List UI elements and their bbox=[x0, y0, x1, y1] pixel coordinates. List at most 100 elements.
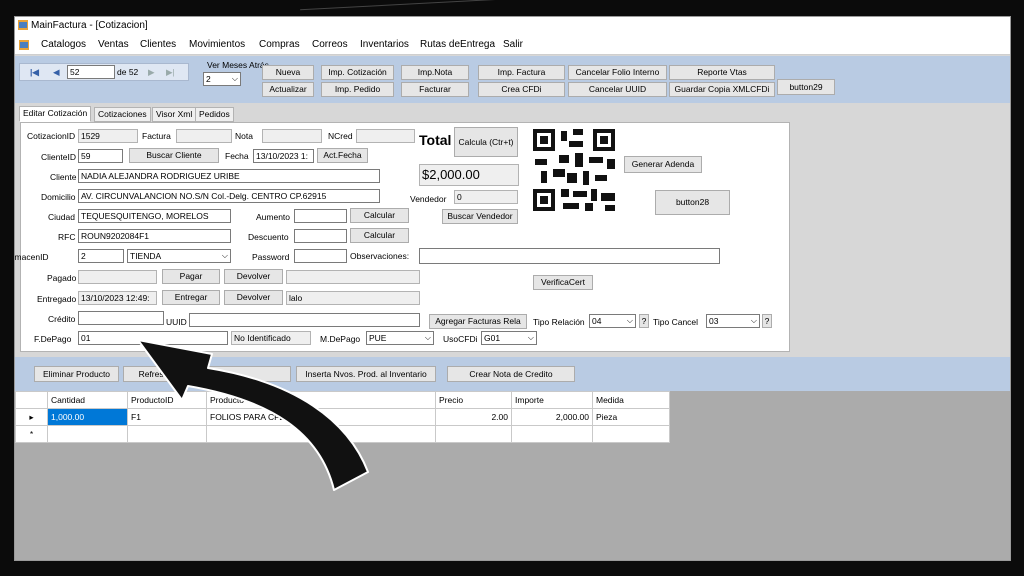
column-header-medida[interactable]: Medida bbox=[592, 391, 670, 409]
prev-record-icon[interactable]: ◀ bbox=[53, 67, 60, 78]
last-record-icon[interactable]: ▶| bbox=[166, 67, 175, 78]
ncred-field[interactable] bbox=[356, 129, 415, 143]
ciudad-field[interactable]: TEQUESQUITENGO, MORELOS bbox=[78, 209, 231, 223]
menu-catalogos[interactable]: Catalogos bbox=[41, 39, 86, 50]
reporte-vtas-button[interactable]: Reporte Vtas bbox=[669, 65, 775, 80]
imp-pedido-button[interactable]: Imp. Pedido bbox=[321, 82, 394, 97]
tipo-relacion-help-button[interactable]: ? bbox=[639, 314, 649, 328]
cotizacion-id-field[interactable]: 1529 bbox=[78, 129, 138, 143]
tab-editar-cotizacion[interactable]: Editar Cotización bbox=[19, 106, 92, 122]
tipo-cancel-value: 03 bbox=[709, 316, 719, 326]
generar-adenda-button[interactable]: Generar Adenda bbox=[624, 156, 702, 173]
menu-ventas[interactable]: Ventas bbox=[98, 39, 129, 50]
cliente-id-label: ClienteID bbox=[41, 152, 76, 162]
record-navigator: |◀ ◀ 52 de 52 ▶ ▶| bbox=[19, 63, 189, 81]
almacen-id-field[interactable]: 2 bbox=[78, 249, 124, 263]
imp-factura-button[interactable]: Imp. Factura bbox=[478, 65, 565, 80]
devolver-pago-button[interactable]: Devolver bbox=[224, 269, 283, 284]
calcular-descuento-button[interactable]: Calcular bbox=[350, 228, 409, 243]
buscar-cliente-button[interactable]: Buscar Cliente bbox=[129, 148, 219, 163]
observaciones-field[interactable] bbox=[419, 248, 720, 264]
actualizar-button[interactable]: Actualizar bbox=[262, 82, 314, 97]
pagado-field[interactable] bbox=[78, 270, 157, 284]
menu-movimientos[interactable]: Movimientos bbox=[189, 39, 245, 50]
tab-visor-xml[interactable]: Visor Xml bbox=[152, 107, 197, 122]
password-field[interactable] bbox=[294, 249, 347, 263]
cell-importe[interactable]: 2,000.00 bbox=[511, 408, 593, 426]
pagado-por-field[interactable] bbox=[286, 270, 420, 284]
cell-cantidad[interactable]: 1,000.00 bbox=[47, 408, 128, 426]
menu-rutas-entrega[interactable]: Rutas deEntrega bbox=[420, 39, 495, 50]
act-fecha-button[interactable]: Act.Fecha bbox=[317, 148, 368, 163]
cell-new-medida[interactable] bbox=[592, 425, 670, 443]
guardar-copia-xml-button[interactable]: Guardar Copia XMLCFDi bbox=[669, 82, 775, 97]
verifica-cert-button[interactable]: VerificaCert bbox=[533, 275, 593, 290]
mdi-child-icon bbox=[19, 40, 29, 50]
cell-precio[interactable]: 2.00 bbox=[435, 408, 512, 426]
cancelar-uuid-button[interactable]: Cancelar UUID bbox=[568, 82, 667, 97]
column-header-importe[interactable]: Importe bbox=[511, 391, 593, 409]
eliminar-producto-button[interactable]: Eliminar Producto bbox=[34, 366, 119, 382]
new-row-marker[interactable]: * bbox=[15, 425, 48, 443]
calcula-button[interactable]: Calcula (Ctr+t) bbox=[454, 127, 518, 157]
vendedor-field[interactable]: 0 bbox=[454, 190, 518, 204]
cliente-field[interactable]: NADIA ALEJANDRA RODRIGUEZ URIBE bbox=[78, 169, 380, 183]
nota-label: Nota bbox=[235, 131, 253, 141]
button28[interactable]: button28 bbox=[655, 190, 730, 215]
imp-nota-button[interactable]: Imp.Nota bbox=[401, 65, 469, 80]
column-header-cantidad[interactable]: Cantidad bbox=[47, 391, 128, 409]
cell-new-cantidad[interactable] bbox=[47, 425, 128, 443]
menu-clientes[interactable]: Clientes bbox=[140, 39, 176, 50]
cell-medida[interactable]: Pieza bbox=[592, 408, 670, 426]
row-selected-marker[interactable]: ▸ bbox=[15, 408, 48, 426]
cliente-id-field[interactable]: 59 bbox=[78, 149, 123, 163]
cancelar-folio-button[interactable]: Cancelar Folio Interno bbox=[568, 65, 667, 80]
observaciones-label: Observaciones: bbox=[350, 251, 410, 261]
rfc-field[interactable]: ROUN9202084F1 bbox=[78, 229, 231, 243]
tipo-cancel-help-button[interactable]: ? bbox=[762, 314, 772, 328]
menu-compras[interactable]: Compras bbox=[259, 39, 300, 50]
meses-atras-label: Ver Meses Atrás bbox=[207, 60, 269, 70]
menu-correos[interactable]: Correos bbox=[312, 39, 348, 50]
usocfdi-select[interactable]: G01 ⌵ bbox=[481, 331, 537, 345]
app-icon bbox=[18, 20, 28, 30]
meses-atras-select[interactable]: 2 ⌵ bbox=[203, 72, 241, 86]
menu-inventarios[interactable]: Inventarios bbox=[360, 39, 409, 50]
next-record-icon[interactable]: ▶ bbox=[148, 67, 155, 78]
almacen-select[interactable]: TIENDA ⌵ bbox=[127, 249, 231, 263]
buscar-vendedor-button[interactable]: Buscar Vendedor bbox=[442, 209, 518, 224]
facturar-button[interactable]: Facturar bbox=[401, 82, 469, 97]
ciudad-label: Ciudad bbox=[48, 212, 75, 222]
tipo-relacion-select[interactable]: 04 ⌵ bbox=[589, 314, 636, 328]
entregado-label: Entregado bbox=[37, 294, 77, 304]
descuento-label: Descuento bbox=[248, 232, 289, 242]
descuento-field[interactable] bbox=[294, 229, 347, 243]
domicilio-field[interactable]: AV. CIRCUNVALANCION NO.S/N Col.-Delg. CE… bbox=[78, 189, 380, 203]
crear-nota-credito-button[interactable]: Crear Nota de Credito bbox=[447, 366, 575, 382]
calcular-aumento-button[interactable]: Calcular bbox=[350, 208, 409, 223]
agregar-facturas-button[interactable]: Agregar Facturas Rela bbox=[429, 314, 527, 329]
pagar-button[interactable]: Pagar bbox=[162, 269, 220, 284]
nota-field[interactable] bbox=[262, 129, 322, 143]
domicilio-label: Domicilio bbox=[41, 192, 76, 202]
cell-new-precio[interactable] bbox=[435, 425, 512, 443]
column-header-precio[interactable]: Precio bbox=[435, 391, 512, 409]
dropdown-arrow-icon: ⌵ bbox=[527, 333, 534, 342]
tab-pedidos[interactable]: Pedidos bbox=[195, 107, 234, 122]
factura-field[interactable] bbox=[176, 129, 232, 143]
cotizacion-id-label: CotizacionID bbox=[27, 131, 76, 141]
fecha-field[interactable]: 13/10/2023 1: bbox=[253, 149, 314, 163]
nueva-button[interactable]: Nueva bbox=[262, 65, 314, 80]
menu-salir[interactable]: Salir bbox=[503, 39, 523, 50]
aumento-field[interactable] bbox=[294, 209, 347, 223]
crea-cfdi-button[interactable]: Crea CFDi bbox=[478, 82, 565, 97]
cell-new-importe[interactable] bbox=[511, 425, 593, 443]
record-position-input[interactable]: 52 bbox=[67, 65, 115, 79]
first-record-icon[interactable]: |◀ bbox=[30, 67, 39, 78]
meses-atras-value: 2 bbox=[206, 74, 211, 84]
button29[interactable]: button29 bbox=[777, 79, 835, 95]
almacen-value: TIENDA bbox=[130, 251, 162, 261]
tipo-cancel-select[interactable]: 03 ⌵ bbox=[706, 314, 760, 328]
imp-cotizacion-button[interactable]: Imp. Cotización bbox=[321, 65, 394, 80]
tab-cotizaciones[interactable]: Cotizaciones bbox=[94, 107, 151, 122]
